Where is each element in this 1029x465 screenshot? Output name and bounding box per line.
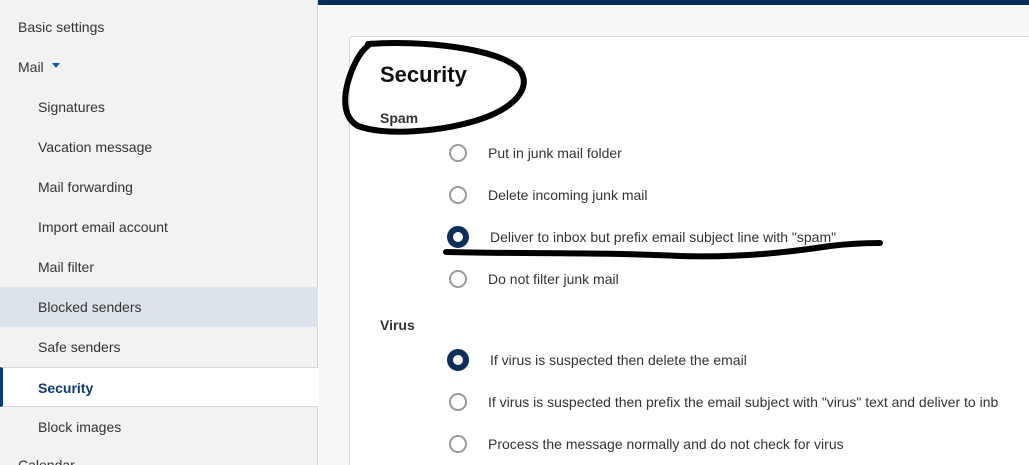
sidebar-item-label: Mail filter — [38, 259, 95, 275]
sidebar-item-label: Mail forwarding — [38, 179, 133, 195]
sidebar-item-mail-filter[interactable]: Mail filter — [0, 247, 318, 287]
sidebar-item-import-email-account[interactable]: Import email account — [0, 207, 318, 247]
sidebar-item-calendar[interactable]: Calendar — [0, 445, 318, 465]
radio-label: Do not filter junk mail — [488, 271, 619, 287]
spam-option-no-filter[interactable]: Do not filter junk mail — [449, 268, 619, 290]
sidebar-item-label: Vacation message — [38, 139, 153, 155]
virus-option-delete[interactable]: If virus is suspected then delete the em… — [447, 349, 747, 371]
sidebar-item-basic-settings[interactable]: Basic settings — [0, 7, 318, 47]
spam-option-delete[interactable]: Delete incoming junk mail — [449, 184, 648, 206]
sidebar-item-security[interactable]: Security — [0, 367, 318, 407]
spam-section-heading: Spam — [380, 110, 419, 126]
sidebar-item-label: Mail — [18, 59, 44, 75]
radio-label: If virus is suspected then delete the em… — [490, 352, 747, 368]
radio-label: Delete incoming junk mail — [488, 187, 648, 203]
spam-option-junk-folder[interactable]: Put in junk mail folder — [449, 142, 622, 164]
spam-option-prefix-subject[interactable]: Deliver to inbox but prefix email subjec… — [447, 226, 837, 248]
radio-button[interactable] — [449, 393, 467, 411]
sidebar-item-mail-forwarding[interactable]: Mail forwarding — [0, 167, 318, 207]
radio-button-selected[interactable] — [447, 226, 469, 248]
radio-button[interactable] — [449, 144, 467, 162]
virus-section-heading: Virus — [380, 317, 415, 333]
radio-button[interactable] — [449, 270, 467, 288]
sidebar-item-label: Security — [38, 380, 94, 396]
sidebar-item-label: Basic settings — [18, 19, 105, 35]
sidebar-item-label: Safe senders — [38, 339, 121, 355]
virus-option-prefix-deliver[interactable]: If virus is suspected then prefix the em… — [449, 391, 998, 413]
sidebar-item-block-images[interactable]: Block images — [0, 407, 318, 447]
settings-sidebar: Basic settings Mail Signatures Vacation … — [0, 0, 318, 465]
sidebar-item-label: Calendar — [18, 457, 75, 465]
sidebar-item-vacation-message[interactable]: Vacation message — [0, 127, 318, 167]
sidebar-item-blocked-senders[interactable]: Blocked senders — [0, 287, 318, 327]
sidebar-item-label: Signatures — [38, 99, 105, 115]
radio-label: Deliver to inbox but prefix email subjec… — [490, 229, 837, 245]
radio-button-selected[interactable] — [447, 349, 469, 371]
radio-label: Put in junk mail folder — [488, 145, 622, 161]
page-title: Security — [380, 62, 467, 87]
radio-label: If virus is suspected then prefix the em… — [488, 394, 999, 410]
sidebar-item-label: Blocked senders — [38, 299, 142, 315]
mail-settings-app: Basic settings Mail Signatures Vacation … — [0, 0, 1029, 465]
radio-button[interactable] — [449, 435, 467, 453]
sidebar-item-signatures[interactable]: Signatures — [0, 87, 318, 127]
sidebar-item-safe-senders[interactable]: Safe senders — [0, 327, 318, 367]
radio-button[interactable] — [449, 186, 467, 204]
virus-option-no-check[interactable]: Process the message normally and do not … — [449, 433, 844, 455]
radio-label: Process the message normally and do not … — [488, 436, 844, 452]
sidebar-item-mail[interactable]: Mail — [0, 47, 318, 87]
sidebar-item-label: Block images — [38, 419, 122, 435]
sidebar-item-label: Import email account — [38, 219, 168, 235]
chevron-down-icon — [51, 62, 60, 68]
